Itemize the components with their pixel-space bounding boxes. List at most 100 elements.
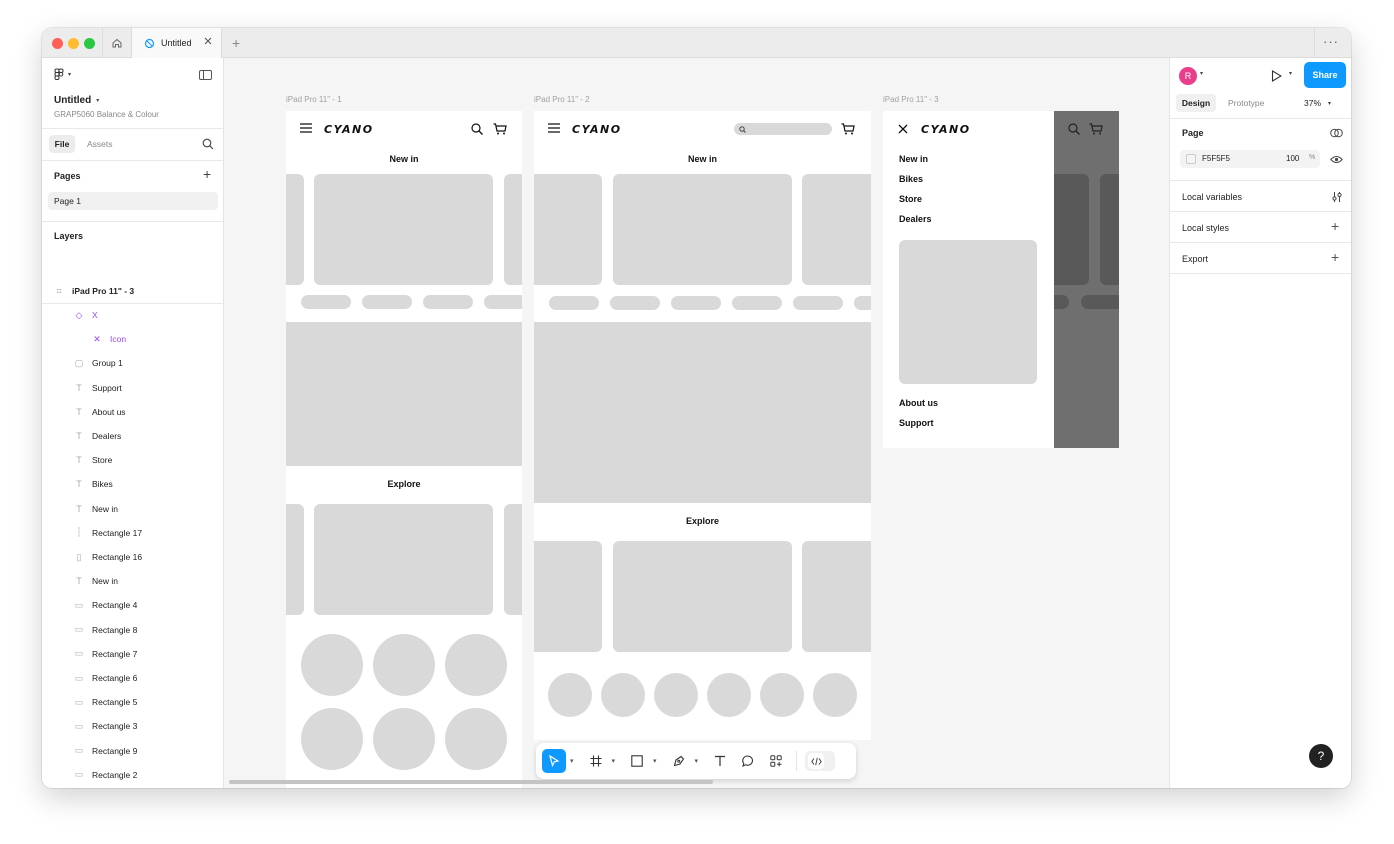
layer-row-root[interactable]: ⌗ iPad Pro 11" - 3 xyxy=(42,279,224,303)
file-tab[interactable]: Untitled xyxy=(132,28,222,58)
tab-separator xyxy=(1314,28,1315,58)
layer-row[interactable]: ▭ Rectangle 5 xyxy=(42,690,224,714)
sidebar-toggle-icon[interactable] xyxy=(199,70,212,80)
main-menu-button[interactable]: ▾ xyxy=(54,68,71,81)
layer-label: New in xyxy=(92,576,118,587)
move-tool-button[interactable] xyxy=(542,749,566,773)
local-variables-heading[interactable]: Local variables xyxy=(1182,192,1242,202)
circle-placeholder xyxy=(813,673,857,717)
text-icon: T xyxy=(76,455,82,466)
layer-row[interactable]: ▭ Rectangle 2 xyxy=(42,763,224,787)
image-placeholder xyxy=(314,174,493,285)
frame-ipad-2[interactable]: CYANO New in Explore xyxy=(534,111,871,740)
add-page-icon[interactable]: + xyxy=(203,166,211,182)
maximize-window-button[interactable] xyxy=(84,38,95,49)
layer-row[interactable]: T Bikes xyxy=(42,472,224,496)
add-export-icon[interactable]: + xyxy=(1331,249,1339,265)
shape-tool-button[interactable] xyxy=(625,749,649,773)
tab-file[interactable]: File xyxy=(49,135,75,153)
layer-row[interactable]: T Store xyxy=(42,448,224,472)
play-icon[interactable] xyxy=(1271,70,1282,82)
dev-mode-toggle[interactable] xyxy=(805,751,836,771)
home-icon xyxy=(112,38,122,48)
pen-tool-button[interactable] xyxy=(667,749,691,773)
zoom-control[interactable]: 37% ▾ xyxy=(1304,94,1331,112)
chevron-down-icon[interactable]: ▾ xyxy=(695,757,699,765)
frame-label[interactable]: iPad Pro 11" - 1 xyxy=(286,95,342,104)
circle-placeholder xyxy=(548,673,592,717)
layer-label: Rectangle 17 xyxy=(92,527,143,538)
page-opacity[interactable]: 100 xyxy=(1286,154,1299,163)
eye-icon[interactable] xyxy=(1330,155,1343,164)
home-tab[interactable] xyxy=(102,28,132,58)
layer-row[interactable]: ▭ Rectangle 9 xyxy=(42,739,224,763)
layer-row[interactable]: ▭ Rectangle 3 xyxy=(42,714,224,738)
page-item-page-1[interactable]: Page 1 xyxy=(48,192,218,210)
frame-icon: ⌗ xyxy=(56,285,62,296)
variables-icon[interactable] xyxy=(1331,191,1343,203)
search-icon[interactable] xyxy=(202,138,214,150)
rect-icon: ▭ xyxy=(74,745,84,756)
layer-row[interactable]: ▯ Rectangle 16 xyxy=(42,545,224,569)
layer-row[interactable]: ▭ Rectangle 4 xyxy=(42,593,224,617)
circle-placeholder xyxy=(601,673,645,717)
local-styles-heading: Local styles xyxy=(1182,223,1230,233)
close-window-button[interactable] xyxy=(52,38,63,49)
chevron-down-icon[interactable]: ▾ xyxy=(612,757,616,765)
avatar[interactable]: R xyxy=(1179,67,1197,85)
close-tab-icon[interactable] xyxy=(203,36,213,46)
share-button[interactable]: Share xyxy=(1304,62,1346,88)
bottom-toolbar: ▾ ▾ ▾ ▾ xyxy=(536,743,856,779)
help-button[interactable]: ? xyxy=(1309,744,1333,768)
layer-row[interactable]: ▭ Rectangle 6 xyxy=(42,666,224,690)
hamburger-menu-icon xyxy=(300,123,312,133)
chevron-down-icon[interactable]: ▾ xyxy=(1289,70,1292,77)
layer-row[interactable]: T New in xyxy=(42,497,224,521)
layer-row[interactable]: T Support xyxy=(42,376,224,400)
actions-tool-button[interactable] xyxy=(764,749,788,773)
circle-placeholder xyxy=(373,708,435,770)
section-title-explore: Explore xyxy=(387,479,421,489)
layer-row[interactable]: ◇ X xyxy=(42,303,224,327)
layer-row[interactable]: ◇Search xyxy=(42,787,224,788)
comment-tool-button[interactable] xyxy=(736,749,760,773)
layer-row[interactable]: ▢ Group 1 xyxy=(42,351,224,375)
layer-row[interactable]: ┆ Rectangle 17 xyxy=(42,521,224,545)
tab-design[interactable]: Design xyxy=(1176,94,1216,112)
more-options-icon[interactable]: ··· xyxy=(1323,34,1339,49)
pill-placeholder xyxy=(610,296,660,310)
add-style-icon[interactable]: + xyxy=(1331,218,1339,234)
layer-row[interactable]: T About us xyxy=(42,400,224,424)
new-tab-button[interactable]: + xyxy=(232,36,240,50)
page-color-hex[interactable]: F5F5F5 xyxy=(1202,154,1230,163)
layer-label: Bikes xyxy=(92,479,113,490)
layer-row[interactable]: ▭ Rectangle 7 xyxy=(42,642,224,666)
page-fill-field[interactable]: F5F5F5 100 % xyxy=(1180,150,1320,168)
tab-assets[interactable]: Assets xyxy=(87,135,113,153)
layer-row[interactable]: ✕ Icon xyxy=(42,327,224,351)
figma-logo-icon xyxy=(54,68,64,80)
chevron-down-icon: ▾ xyxy=(1328,100,1332,107)
file-name-button[interactable]: Untitled ▾ xyxy=(54,95,99,106)
frame-ipad-1[interactable]: CYANO New in Explore xyxy=(286,111,522,788)
chevron-down-icon: ▾ xyxy=(96,98,100,104)
frame-label[interactable]: iPad Pro 11" - 2 xyxy=(534,95,590,104)
color-swatch[interactable] xyxy=(1186,154,1196,164)
frame-ipad-3[interactable]: CYANO New in Bikes Store Dealers About u… xyxy=(883,111,1119,448)
chevron-down-icon[interactable]: ▾ xyxy=(653,757,657,765)
menu-item-new-in: New in xyxy=(899,154,929,164)
layer-row[interactable]: ▭ Rectangle 8 xyxy=(42,618,224,642)
minimize-window-button[interactable] xyxy=(68,38,79,49)
image-placeholder-dim xyxy=(1054,174,1089,285)
styles-icon[interactable] xyxy=(1330,128,1343,138)
chevron-down-icon[interactable]: ▾ xyxy=(1200,70,1203,77)
text-tool-button[interactable] xyxy=(708,749,732,773)
frame-tool-button[interactable] xyxy=(584,749,608,773)
chevron-down-icon[interactable]: ▾ xyxy=(570,757,574,765)
layer-row[interactable]: T Dealers xyxy=(42,424,224,448)
layer-row[interactable]: T New in xyxy=(42,569,224,593)
horizontal-scrollbar[interactable] xyxy=(229,780,713,784)
tab-prototype[interactable]: Prototype xyxy=(1228,94,1264,112)
design-canvas[interactable]: iPad Pro 11" - 1 CYANO New in Explore iP… xyxy=(224,58,1169,788)
frame-label[interactable]: iPad Pro 11" - 3 xyxy=(883,95,939,104)
